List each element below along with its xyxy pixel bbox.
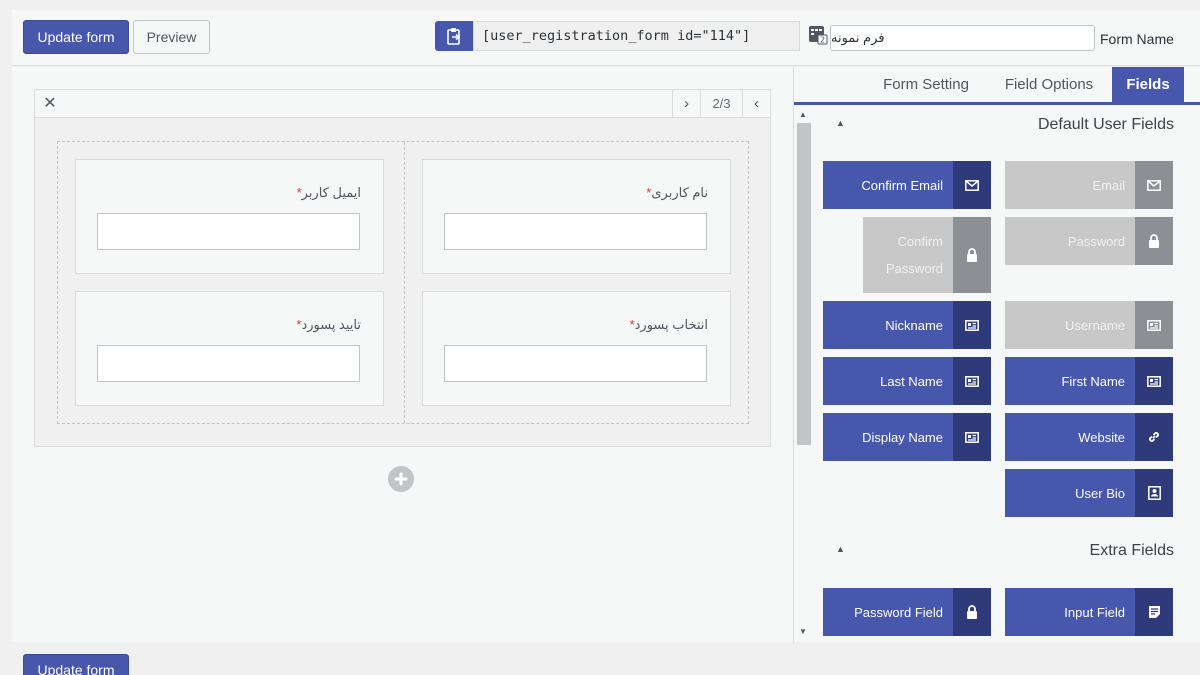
field-input[interactable] [97, 345, 360, 382]
field-button-label: User Bio [1005, 469, 1135, 517]
id-card-icon [953, 413, 991, 461]
field-card-username[interactable]: نام کاربری* [422, 159, 731, 274]
row-page-indicator: 2/3 [700, 90, 742, 117]
panel-scrollbar[interactable]: ▲ ▼ [796, 108, 811, 640]
caret-up-icon[interactable]: ▲ [836, 544, 845, 554]
field-card-password[interactable]: انتخاب پسورد* [422, 291, 731, 406]
tab-field-options[interactable]: Field Options [992, 67, 1106, 102]
caret-up-icon[interactable]: ▲ [836, 118, 845, 128]
field-button-email: Email [1005, 161, 1173, 209]
lock-icon [953, 217, 991, 293]
field-button-confirm-password: Confirm Password [823, 217, 991, 293]
field-button-label: First Name [1005, 357, 1135, 405]
link-icon [1135, 413, 1173, 461]
scroll-up-icon[interactable]: ▲ [799, 110, 807, 119]
close-icon[interactable]: ✕ [41, 94, 59, 112]
field-button-label: Display Name [823, 413, 953, 461]
form-builder-area: ✕ › 2/3 ‹ نام کاربری* ایمیل کاربر* انتخا… [12, 67, 793, 642]
field-button-label: Email [1005, 161, 1135, 209]
field-button-password: Password [1005, 217, 1173, 265]
field-button-label: Password Field [823, 588, 953, 636]
field-button-password-field[interactable]: Password Field [823, 588, 991, 636]
bottom-bar: Update form [0, 642, 1200, 675]
field-label: نام کاربری* [646, 185, 708, 200]
envelope-icon [953, 161, 991, 209]
tab-form-setting[interactable]: Form Setting [870, 67, 982, 102]
field-button-label: Input Field [1005, 588, 1135, 636]
id-card-icon [953, 357, 991, 405]
form-row: ✕ › 2/3 ‹ نام کاربری* ایمیل کاربر* انتخا… [34, 89, 771, 447]
field-input[interactable] [97, 213, 360, 250]
row-grid: نام کاربری* ایمیل کاربر* انتخاب پسورد* ت… [57, 141, 749, 424]
preview-button[interactable]: Preview [133, 20, 210, 54]
chevron-right-icon[interactable]: › [672, 90, 700, 117]
update-form-button-bottom[interactable]: Update form [23, 654, 129, 675]
row-header: ✕ › 2/3 ‹ [35, 90, 770, 118]
row-pagination: › 2/3 ‹ [672, 90, 770, 117]
profile-icon [1135, 469, 1173, 517]
scrollbar-thumb[interactable] [797, 123, 811, 445]
copy-shortcode-button[interactable] [435, 21, 473, 51]
svg-text:2: 2 [820, 36, 825, 45]
field-button-label: Nickname [823, 301, 953, 349]
form-name-input[interactable]: فرم نمونه [830, 25, 1095, 51]
field-button-label: Password [1005, 217, 1135, 265]
field-button-username: Username [1005, 301, 1173, 349]
section-title: Default User Fields [1037, 116, 1174, 133]
panel-tabs: Form Setting Field Options Fields [794, 67, 1200, 105]
field-button-input-field[interactable]: Input Field [1005, 588, 1173, 636]
field-button-label: Confirm Password [863, 217, 953, 293]
field-button-label: Website [1005, 413, 1135, 461]
lock-icon [953, 588, 991, 636]
field-button-last-name[interactable]: Last Name [823, 357, 991, 405]
field-button-nickname[interactable]: Nickname [823, 301, 991, 349]
scroll-down-icon[interactable]: ▼ [799, 627, 807, 636]
field-input[interactable] [444, 345, 707, 382]
update-form-button[interactable]: Update form [23, 20, 129, 54]
field-label: انتخاب پسورد* [629, 317, 708, 332]
top-toolbar: Update form Preview [user_registration_f… [12, 10, 1200, 66]
lock-icon [1135, 217, 1173, 265]
field-card-email[interactable]: ایمیل کاربر* [75, 159, 384, 274]
form-name-icon: 2 [808, 24, 828, 46]
field-button-confirm-email[interactable]: Confirm Email [823, 161, 991, 209]
field-button-label: Username [1005, 301, 1135, 349]
field-card-confirm-password[interactable]: تایید پسورد* [75, 291, 384, 406]
id-card-icon [1135, 301, 1173, 349]
tab-fields[interactable]: Fields [1112, 67, 1184, 102]
text-lines-icon [1135, 588, 1173, 636]
field-button-label: Last Name [823, 357, 953, 405]
field-button-label: Confirm Email [823, 161, 953, 209]
field-label: تایید پسورد* [296, 317, 361, 332]
field-button-user-bio[interactable]: User Bio [1005, 469, 1173, 517]
field-input[interactable] [444, 213, 707, 250]
section-title: Extra Fields [1089, 542, 1174, 559]
clipboard-icon [447, 28, 461, 45]
shortcode-field[interactable]: [user_registration_form id="114"] [473, 21, 800, 51]
id-card-icon [953, 301, 991, 349]
extra-fields-header[interactable]: ▲ Extra Fields [822, 532, 1200, 572]
field-button-display-name[interactable]: Display Name [823, 413, 991, 461]
chevron-left-icon[interactable]: ‹ [742, 90, 770, 117]
envelope-icon [1135, 161, 1173, 209]
default-fields-header[interactable]: ▲ Default User Fields [822, 106, 1200, 146]
fields-panel: Form Setting Field Options Fields ▲ ▼ ▲ … [793, 67, 1200, 642]
plus-icon [394, 472, 408, 486]
add-row-button[interactable] [388, 466, 414, 492]
field-button-first-name[interactable]: First Name [1005, 357, 1173, 405]
field-label: ایمیل کاربر* [296, 185, 361, 200]
grid-divider [404, 142, 405, 423]
field-button-website[interactable]: Website [1005, 413, 1173, 461]
id-card-icon [1135, 357, 1173, 405]
form-name-label: Form Name [1100, 31, 1174, 47]
